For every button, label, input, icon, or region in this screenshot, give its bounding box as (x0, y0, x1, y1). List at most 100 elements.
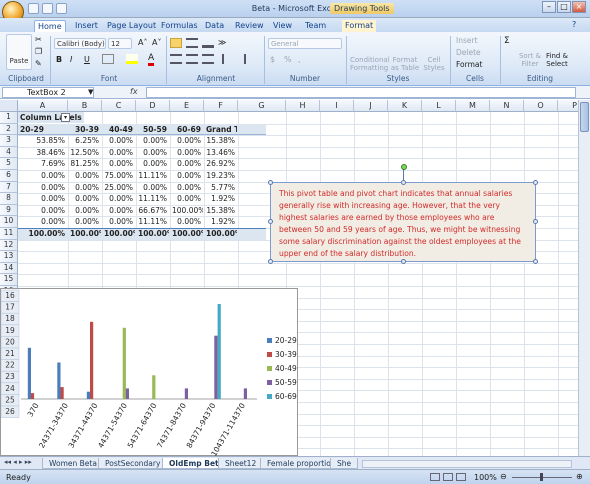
pivot-cell[interactable]: 7.69% (18, 158, 67, 169)
format-as-table-button[interactable]: Format as Table (390, 36, 420, 74)
sheet-tab[interactable]: Sheet12 (218, 458, 264, 469)
column-header[interactable]: O (524, 100, 558, 112)
column-header[interactable]: H (286, 100, 320, 112)
rotation-handle[interactable] (401, 164, 407, 170)
zoom-level[interactable]: 100% (474, 473, 497, 482)
row-header[interactable]: 3 (0, 135, 18, 147)
comma-button[interactable]: , (298, 55, 301, 64)
pivot-cell[interactable]: 0.00% (170, 158, 203, 169)
font-color-button[interactable]: A (148, 54, 155, 66)
save-icon[interactable] (28, 3, 39, 14)
pivot-cell[interactable]: 53.85% (18, 135, 67, 146)
pivot-cell[interactable]: 66.67% (136, 205, 169, 216)
pivot-cell[interactable]: 0.00% (68, 193, 101, 204)
pivot-column-header[interactable]: Grand Total (204, 124, 237, 135)
column-header[interactable]: J (354, 100, 388, 112)
pivot-cell[interactable]: 0.00% (68, 182, 101, 193)
row-header[interactable]: 2 (0, 123, 18, 136)
resize-handle[interactable] (533, 180, 538, 185)
maximize-button[interactable]: □ (557, 1, 571, 13)
column-header[interactable]: E (170, 100, 204, 112)
pivot-cell[interactable]: 100.00% (170, 205, 203, 216)
zoom-slider-thumb[interactable] (540, 473, 543, 481)
row-header[interactable]: 13 (0, 251, 18, 263)
format-cells-button[interactable]: Format (456, 60, 482, 69)
insert-cells-button[interactable]: Insert (456, 36, 478, 45)
pivot-cell[interactable]: 0.00% (102, 158, 135, 169)
italic-button[interactable]: I (70, 55, 72, 64)
tab-formulas[interactable]: Formulas (158, 20, 201, 32)
pivot-column-labels-header[interactable]: Column Labels (18, 112, 84, 123)
pivot-cell[interactable]: 5.77% (204, 182, 237, 193)
column-header[interactable]: F (204, 100, 238, 112)
spreadsheet-grid[interactable]: ABCDEFGHIJKLMNOP 12345678910111213141516… (0, 100, 578, 456)
pivot-cell[interactable]: 0.00% (18, 205, 67, 216)
pivot-cell[interactable]: 0.00% (102, 135, 135, 146)
row-header[interactable]: 15 (0, 274, 18, 286)
name-box[interactable]: TextBox 2 (2, 87, 94, 98)
resize-handle[interactable] (268, 180, 273, 185)
resize-handle[interactable] (268, 259, 273, 264)
pivot-column-header[interactable]: 40-49 (102, 124, 135, 135)
font-size-select[interactable]: 12 (108, 38, 132, 49)
pivot-cell[interactable]: 0.00% (18, 216, 67, 227)
paste-button[interactable]: Paste (6, 34, 32, 70)
pivot-total-cell[interactable]: 100.00% (68, 228, 101, 239)
align-center-icon[interactable] (186, 54, 198, 64)
column-header[interactable]: G (238, 100, 286, 112)
copy-icon[interactable]: ❐ (35, 47, 42, 56)
page-break-view-icon[interactable] (456, 473, 466, 481)
vertical-scrollbar[interactable] (578, 100, 590, 456)
resize-handle[interactable] (401, 259, 406, 264)
middle-align-icon[interactable] (186, 38, 198, 48)
underline-button[interactable]: U (84, 55, 90, 64)
pivot-cell[interactable]: 15.38% (204, 135, 237, 146)
horizontal-scrollbar[interactable] (362, 460, 572, 468)
normal-view-icon[interactable] (430, 473, 440, 481)
orientation-icon[interactable]: ≫ (218, 38, 232, 48)
column-header[interactable]: A (18, 100, 68, 112)
pivot-cell[interactable]: 75.00% (102, 170, 135, 181)
sheet-tab[interactable]: She (330, 458, 359, 469)
alignment-buttons[interactable]: ≫ (170, 38, 260, 68)
pivot-cell[interactable]: 0.00% (136, 147, 169, 158)
textbox-comment[interactable]: This pivot table and pivot chart indicat… (270, 182, 536, 262)
delete-cells-button[interactable]: Delete (456, 48, 481, 57)
tab-review[interactable]: Review (232, 20, 267, 32)
tab-format[interactable]: Format (342, 20, 377, 32)
sheet-tab[interactable]: PostSecondary (98, 458, 168, 469)
align-left-icon[interactable] (170, 54, 182, 64)
row-header[interactable]: 7 (0, 181, 18, 194)
row-header[interactable]: 5 (0, 158, 18, 170)
row-header[interactable]: 8 (0, 193, 18, 205)
pivot-total-cell[interactable]: 100.00% (204, 228, 237, 239)
grow-font-button[interactable]: A˄ (138, 38, 147, 47)
resize-handle[interactable] (533, 259, 538, 264)
find-select-button[interactable]: Find & Select (544, 52, 570, 68)
pivot-cell[interactable]: 0.00% (102, 216, 135, 227)
pivot-cell[interactable]: 0.00% (170, 182, 203, 193)
pivot-cell[interactable]: 0.00% (170, 170, 203, 181)
row-header[interactable]: 12 (0, 239, 18, 252)
pivot-total-cell[interactable]: 100.00% (102, 228, 135, 239)
filter-dropdown-icon[interactable]: ▾ (61, 113, 70, 122)
resize-handle[interactable] (533, 219, 538, 224)
minimize-button[interactable]: – (542, 1, 556, 13)
pivot-column-header[interactable]: 60-69 (170, 124, 203, 135)
column-header[interactable]: L (422, 100, 456, 112)
pivot-cell[interactable]: 11.11% (136, 170, 169, 181)
tab-page-layout[interactable]: Page Layout (104, 20, 159, 32)
borders-icon[interactable] (102, 54, 114, 64)
pivot-cell[interactable]: 0.00% (102, 205, 135, 216)
select-all-corner[interactable] (0, 100, 18, 112)
page-layout-view-icon[interactable] (443, 473, 453, 481)
bottom-align-icon[interactable] (202, 38, 214, 48)
pivot-chart[interactable]: 370 24371-34370 34371-44370 44371-54370 5437… (0, 288, 298, 456)
bold-button[interactable]: B (56, 55, 62, 64)
number-format-select[interactable]: General (268, 38, 342, 49)
tab-data[interactable]: Data (202, 20, 227, 32)
insert-function-button[interactable]: fx (130, 87, 138, 96)
sheet-tab[interactable]: Women Beta (42, 458, 104, 469)
column-header[interactable]: C (102, 100, 136, 112)
pivot-total-cell[interactable]: 100.00% (136, 228, 169, 239)
